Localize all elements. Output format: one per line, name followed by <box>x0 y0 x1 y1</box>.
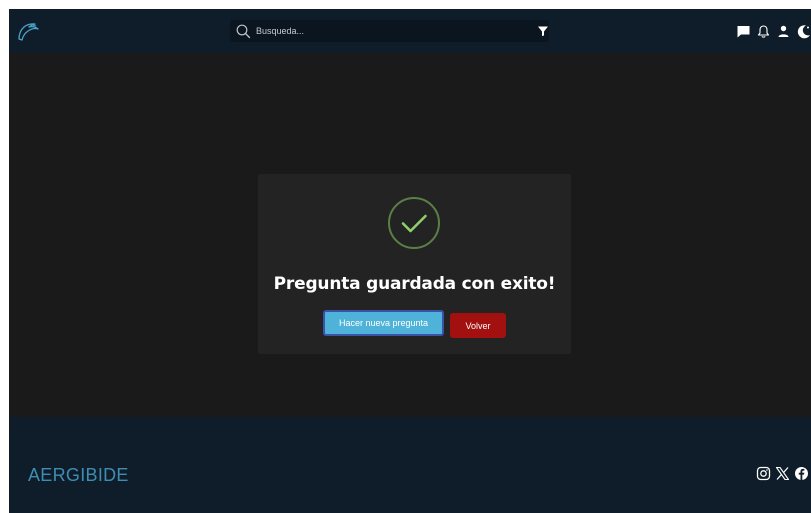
chat-icon[interactable] <box>736 24 751 39</box>
new-question-button[interactable]: Hacer nueva pregunta <box>323 310 444 336</box>
logo-icon[interactable] <box>16 20 40 42</box>
check-circle-icon <box>388 197 440 249</box>
search-icon[interactable] <box>235 23 251 39</box>
success-dialog: Pregunta guardada con exito! Hacer nueva… <box>258 174 571 354</box>
bell-icon[interactable] <box>756 24 771 39</box>
instagram-icon[interactable] <box>756 466 771 481</box>
social-links <box>756 466 809 481</box>
header-actions <box>736 21 811 41</box>
filter-icon[interactable] <box>537 25 549 37</box>
footer-brand: AERGIBIDE <box>28 465 129 485</box>
theme-moon-icon[interactable] <box>796 24 811 39</box>
back-button[interactable]: Volver <box>450 313 506 338</box>
footer: AERGIBIDE <box>9 417 811 513</box>
user-icon[interactable] <box>776 24 791 39</box>
search-bar <box>230 20 549 42</box>
search-input[interactable] <box>256 22 526 40</box>
app-window: Pregunta guardada con exito! Hacer nueva… <box>9 9 811 513</box>
facebook-icon[interactable] <box>794 466 809 481</box>
top-navbar <box>9 9 811 53</box>
x-icon[interactable] <box>775 466 790 481</box>
dialog-title: Pregunta guardada con exito! <box>273 274 556 294</box>
